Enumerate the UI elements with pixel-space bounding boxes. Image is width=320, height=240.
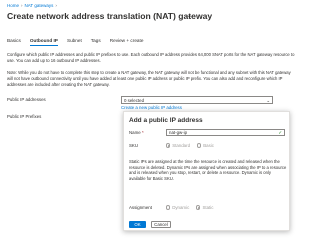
assignment-description: Static IPs are assigned at the time the … <box>129 159 287 181</box>
checkmark-icon: ✓ <box>278 130 282 135</box>
tab-review-create[interactable]: Review + create <box>110 38 144 46</box>
radio-icon <box>196 205 201 210</box>
tab-bar: Basics Outbound IP Subnet Tags Review + … <box>7 38 152 46</box>
radio-icon <box>166 143 171 148</box>
assignment-static-radio[interactable]: Static <box>196 205 213 210</box>
ok-button[interactable]: OK <box>129 221 146 228</box>
breadcrumb: Home › NAT gateways › <box>7 3 59 8</box>
public-ip-addresses-select[interactable]: 0 selected ⌄ <box>121 96 273 104</box>
tab-basics[interactable]: Basics <box>7 38 21 46</box>
panel-title: Add a public IP address <box>129 117 203 124</box>
assignment-label: Assignment <box>129 205 152 210</box>
create-public-ip-link[interactable]: Create a new public IP address <box>121 105 182 110</box>
sku-label: SKU <box>129 143 139 148</box>
name-field-value: nat-gw-ip <box>169 130 188 135</box>
tab-subnet[interactable]: Subnet <box>67 38 82 46</box>
tab-tags[interactable]: Tags <box>91 38 101 46</box>
radio-icon <box>166 205 171 210</box>
breadcrumb-nat-gateways-link[interactable]: NAT gateways <box>25 3 54 8</box>
assignment-radio-group: Dynamic Static <box>166 205 220 210</box>
required-marker: * <box>141 130 144 135</box>
tab-outbound-ip[interactable]: Outbound IP <box>29 38 58 46</box>
chevron-down-icon: ⌄ <box>266 98 270 103</box>
public-ip-addresses-value: 0 selected <box>124 98 145 103</box>
add-public-ip-panel: Add a public IP address Name * nat-gw-ip… <box>123 111 290 231</box>
cancel-button[interactable]: Cancel <box>151 221 171 228</box>
public-ip-prefixes-label: Public IP Prefixes <box>7 114 42 119</box>
assignment-dynamic-radio[interactable]: Dynamic <box>166 205 189 210</box>
breadcrumb-home-link[interactable]: Home <box>7 3 19 8</box>
name-field[interactable]: nat-gw-ip ✓ <box>166 129 285 136</box>
breadcrumb-separator-icon: › <box>21 3 23 8</box>
name-label: Name * <box>129 130 144 135</box>
radio-icon <box>197 143 202 148</box>
intro-text: Configure which public IP addresses and … <box>7 52 295 63</box>
more-options-icon[interactable]: ... <box>185 12 192 19</box>
note-text: Note: While you do not have to complete … <box>7 70 291 87</box>
page-title: Create network address translation (NAT)… <box>7 11 213 21</box>
sku-standard-radio[interactable]: Standard <box>166 143 190 148</box>
public-ip-addresses-label: Public IP addresses <box>7 97 46 102</box>
sku-radio-group: Standard Basic <box>166 143 221 148</box>
sku-basic-radio[interactable]: Basic <box>197 143 214 148</box>
breadcrumb-separator-icon: › <box>55 3 57 8</box>
